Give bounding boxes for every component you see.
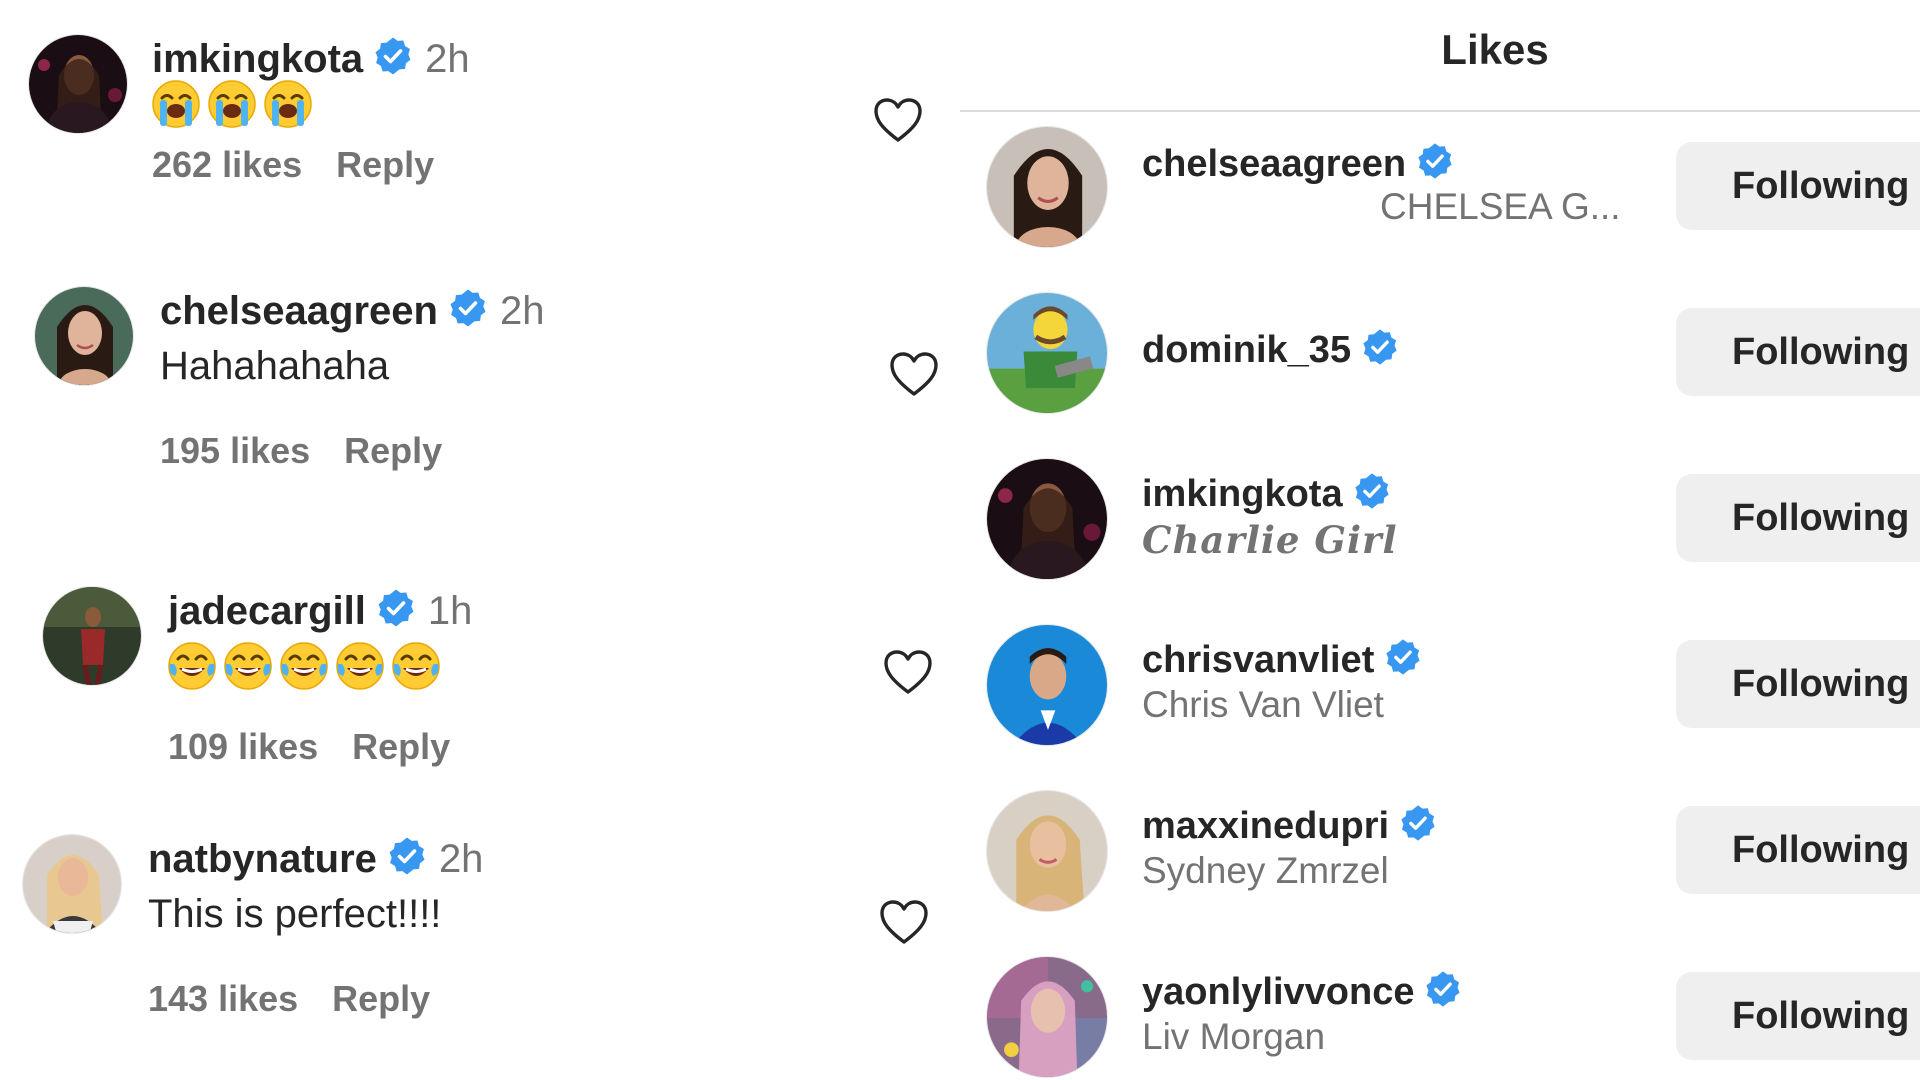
verified-icon bbox=[1416, 142, 1454, 180]
comment-emoji-text bbox=[166, 640, 442, 692]
divider bbox=[960, 110, 1920, 112]
comment-username[interactable]: chelseaagreen 2h bbox=[160, 288, 544, 334]
like-full-name: Sydney Zmrzel bbox=[1142, 850, 1389, 891]
like-full-name: Liv Morgan bbox=[1142, 1016, 1326, 1057]
comment: imkingkota 2h 262 likes Reply bbox=[28, 34, 928, 264]
comments-panel: imkingkota 2h 262 likes Reply chelseaagre bbox=[0, 0, 960, 1080]
username-text[interactable]: imkingkota bbox=[152, 37, 363, 81]
comment-meta: 109 likes Reply bbox=[168, 726, 484, 768]
username-text[interactable]: chrisvanvliet bbox=[1142, 639, 1374, 681]
verified-icon bbox=[1361, 328, 1399, 366]
comment-username[interactable]: natbynature 2h bbox=[148, 836, 483, 882]
face-with-tears-of-joy-icon bbox=[278, 640, 330, 692]
comment-likes-count[interactable]: 262 likes bbox=[152, 144, 302, 185]
verified-icon bbox=[387, 836, 427, 876]
face-with-tears-of-joy-icon bbox=[222, 640, 274, 692]
comment-meta: 262 likes Reply bbox=[152, 144, 468, 186]
comment-time: 2h bbox=[425, 37, 470, 81]
verified-icon bbox=[1384, 638, 1422, 676]
avatar[interactable] bbox=[28, 34, 128, 134]
like-row: chelseaagreen CHELSEA G... Following bbox=[960, 126, 1920, 292]
likes-panel: Likes chelseaagreen CHELSEA G... Followi… bbox=[960, 0, 1920, 1080]
avatar[interactable] bbox=[986, 624, 1108, 746]
following-button[interactable]: Following bbox=[1676, 308, 1920, 396]
username-text[interactable]: jadecargill bbox=[168, 589, 366, 633]
like-username[interactable]: dominik_35 bbox=[1142, 328, 1399, 372]
verified-icon bbox=[376, 588, 416, 628]
like-username[interactable]: maxxinedupri bbox=[1142, 804, 1437, 848]
comment-likes-count[interactable]: 143 likes bbox=[148, 978, 298, 1019]
avatar[interactable] bbox=[42, 586, 142, 686]
loudly-crying-face-icon bbox=[150, 78, 202, 130]
like-full-name: CHELSEA G... bbox=[1380, 186, 1621, 227]
comment: jadecargill 1h 109 likes Reply bbox=[42, 586, 942, 816]
username-text[interactable]: maxxinedupri bbox=[1142, 805, 1389, 847]
like-heart-icon[interactable] bbox=[878, 898, 930, 946]
like-row: imkingkota Charlie Girl Following bbox=[960, 458, 1920, 624]
following-button[interactable]: Following bbox=[1676, 640, 1920, 728]
like-username[interactable]: yaonlylivvonce bbox=[1142, 970, 1462, 1014]
like-heart-icon[interactable] bbox=[872, 96, 924, 144]
like-username[interactable]: imkingkota bbox=[1142, 472, 1391, 516]
comment-time: 1h bbox=[427, 589, 473, 633]
like-username[interactable]: chelseaagreen bbox=[1142, 142, 1454, 186]
username-text[interactable]: chelseaagreen bbox=[160, 289, 438, 333]
like-row: chrisvanvliet Chris Van Vliet Following bbox=[960, 624, 1920, 790]
comment-username[interactable]: imkingkota 2h bbox=[152, 36, 470, 82]
avatar[interactable] bbox=[986, 790, 1108, 912]
like-row: maxxinedupri Sydney Zmrzel Following bbox=[960, 790, 1920, 956]
following-button[interactable]: Following bbox=[1676, 972, 1920, 1060]
reply-button[interactable]: Reply bbox=[344, 430, 442, 471]
following-button[interactable]: Following bbox=[1676, 474, 1920, 562]
loudly-crying-face-icon bbox=[206, 78, 258, 130]
verified-icon bbox=[448, 288, 488, 328]
comment-text: Hahahahaha bbox=[160, 344, 390, 388]
comment-emoji-text bbox=[150, 78, 314, 130]
comment-time: 2h bbox=[499, 289, 545, 333]
face-with-tears-of-joy-icon bbox=[334, 640, 386, 692]
comment-likes-count[interactable]: 109 likes bbox=[168, 726, 318, 767]
verified-icon bbox=[1353, 472, 1391, 510]
like-heart-icon[interactable] bbox=[882, 648, 934, 696]
avatar[interactable] bbox=[986, 126, 1108, 248]
username-text[interactable]: dominik_35 bbox=[1142, 329, 1351, 371]
like-full-name: Charlie Girl bbox=[1142, 518, 1398, 562]
username-text[interactable]: natbynature bbox=[148, 837, 377, 881]
verified-icon bbox=[1399, 804, 1437, 842]
avatar[interactable] bbox=[34, 286, 134, 386]
avatar[interactable] bbox=[986, 956, 1108, 1078]
like-heart-icon[interactable] bbox=[888, 350, 940, 398]
like-full-name: Chris Van Vliet bbox=[1142, 684, 1384, 725]
username-text[interactable]: imkingkota bbox=[1142, 473, 1343, 515]
loudly-crying-face-icon bbox=[262, 78, 314, 130]
comment-username[interactable]: jadecargill 1h bbox=[168, 588, 472, 634]
like-row: dominik_35 Following bbox=[960, 292, 1920, 458]
comment-meta: 143 likes Reply bbox=[148, 978, 464, 1020]
following-button[interactable]: Following bbox=[1676, 806, 1920, 894]
face-with-tears-of-joy-icon bbox=[390, 640, 442, 692]
verified-icon bbox=[1424, 970, 1462, 1008]
like-username[interactable]: chrisvanvliet bbox=[1142, 638, 1422, 682]
reply-button[interactable]: Reply bbox=[336, 144, 434, 185]
verified-icon bbox=[373, 36, 413, 76]
face-with-tears-of-joy-icon bbox=[166, 640, 218, 692]
comment-time: 2h bbox=[438, 837, 484, 881]
username-text[interactable]: yaonlylivvonce bbox=[1142, 971, 1414, 1013]
reply-button[interactable]: Reply bbox=[352, 726, 450, 767]
reply-button[interactable]: Reply bbox=[332, 978, 430, 1019]
like-row: yaonlylivvonce Liv Morgan Following bbox=[960, 956, 1920, 1080]
avatar[interactable] bbox=[22, 834, 122, 934]
avatar[interactable] bbox=[986, 292, 1108, 414]
comment: natbynature 2h This is perfect!!!! 143 li… bbox=[22, 834, 922, 1064]
following-button[interactable]: Following bbox=[1676, 142, 1920, 230]
comment-meta: 195 likes Reply bbox=[160, 430, 476, 472]
comment: chelseaagreen 2h Hahahahaha 195 likes Repl… bbox=[34, 286, 934, 516]
comment-likes-count[interactable]: 195 likes bbox=[160, 430, 310, 471]
username-text[interactable]: chelseaagreen bbox=[1142, 143, 1406, 185]
likes-title: Likes bbox=[1441, 26, 1549, 73]
comment-text: This is perfect!!!! bbox=[148, 892, 442, 936]
avatar[interactable] bbox=[986, 458, 1108, 580]
